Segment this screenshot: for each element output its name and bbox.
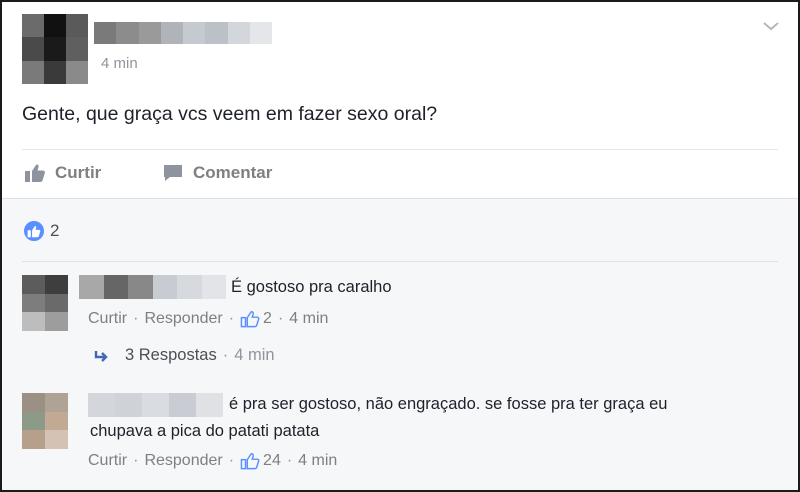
divider (22, 261, 778, 262)
post-author-avatar[interactable] (22, 14, 88, 84)
like-button[interactable]: Curtir (24, 161, 101, 185)
comment-timestamp[interactable]: 4 min (289, 310, 328, 328)
comment-timestamp[interactable]: 4 min (298, 452, 337, 470)
comment-author-name-blurred[interactable] (79, 275, 226, 299)
comment-button-label: Comentar (193, 163, 273, 182)
divider (22, 149, 778, 150)
chevron-down-icon[interactable] (760, 18, 782, 34)
comment-like-button[interactable]: Curtir (88, 310, 127, 328)
comment-actions: Curtir · Responder · 24 · 4 min (88, 452, 338, 470)
speech-bubble-icon (164, 165, 182, 181)
thumbs-up-icon (240, 453, 260, 470)
like-button-label: Curtir (55, 163, 102, 182)
reaction-count: 2 (50, 221, 60, 240)
comment-actions: Curtir · Responder · 2 · 4 min (88, 310, 329, 328)
thumbs-up-icon (25, 164, 45, 182)
thumbs-up-icon (240, 311, 260, 328)
comment-reply-button[interactable]: Responder (144, 310, 222, 328)
reply-arrow-icon (94, 350, 108, 362)
comment-author-name-blurred[interactable] (88, 393, 223, 417)
replies-label: 3 Respostas (125, 346, 217, 364)
reaction-summary[interactable]: 2 (22, 219, 59, 243)
comment-reply-button[interactable]: Responder (144, 452, 222, 470)
comment-button[interactable]: Comentar (162, 161, 272, 185)
post-timestamp[interactable]: 4 min (101, 55, 138, 72)
comment-text: É gostoso pra caralho (231, 278, 392, 296)
comment-like-button[interactable]: Curtir (88, 452, 127, 470)
post-author-name-blurred[interactable] (94, 22, 272, 44)
comment-like-count[interactable]: 24 (240, 452, 281, 470)
comment-like-count[interactable]: 2 (240, 310, 272, 328)
comment-text-line-1: é pra ser gostoso, não engraçado. se fos… (229, 395, 668, 413)
comment-author-avatar[interactable] (22, 393, 68, 449)
comments-section (2, 198, 798, 490)
post-text: Gente, que graça vcs veem em fazer sexo … (22, 103, 438, 125)
like-reaction-icon (22, 219, 46, 243)
view-replies-link[interactable]: 3 Respostas · 4 min (93, 346, 275, 365)
replies-timestamp: 4 min (234, 346, 275, 364)
comment-text-line-2: chupava a pica do patati patata (90, 422, 320, 440)
comment-author-avatar[interactable] (22, 275, 68, 331)
